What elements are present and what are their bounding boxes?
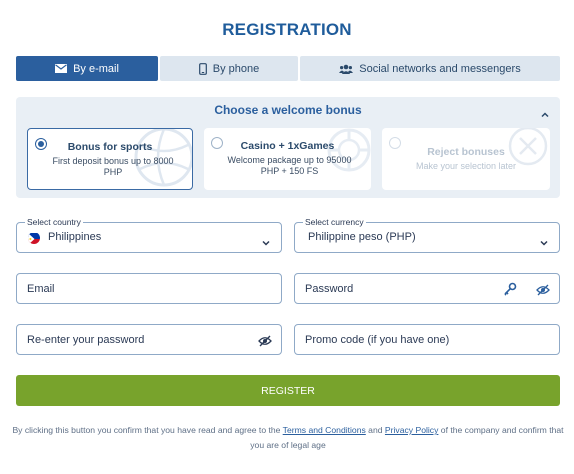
bonus-option-reject[interactable]: Reject bonuses Make your selection later bbox=[382, 128, 550, 190]
bonus-option-casino[interactable]: Casino + 1xGames Welcome package up to 9… bbox=[204, 128, 371, 190]
eye-hidden-icon[interactable] bbox=[536, 283, 550, 296]
registration-tabs: By e-mail By phone Social networks and m… bbox=[16, 56, 560, 81]
country-select[interactable]: Select country Philippines bbox=[16, 216, 282, 253]
legal-text: By clicking this button you confirm that… bbox=[12, 425, 283, 435]
tab-social-networks[interactable]: Social networks and messengers bbox=[300, 56, 560, 81]
bonus-option-description: First deposit bonus up to 8000 PHP bbox=[52, 156, 174, 177]
email-field[interactable] bbox=[17, 274, 281, 303]
bonus-option-title: Bonus for sports bbox=[67, 141, 153, 153]
legal-notice: By clicking this button you confirm that… bbox=[12, 423, 564, 453]
welcome-bonus-panel: Choose a welcome bonus Bonus for sports … bbox=[16, 97, 560, 198]
bonus-option-description: Welcome package up to 95000 PHP + 150 FS bbox=[227, 155, 352, 176]
chevron-up-icon[interactable] bbox=[540, 106, 550, 118]
promo-code-field[interactable] bbox=[295, 325, 559, 354]
eye-hidden-icon[interactable] bbox=[258, 334, 272, 347]
terms-link[interactable]: Terms and Conditions bbox=[283, 425, 366, 435]
country-label: Select country bbox=[25, 216, 83, 228]
privacy-policy-link[interactable]: Privacy Policy bbox=[385, 425, 438, 435]
tab-label: Social networks and messengers bbox=[359, 62, 521, 75]
chevron-down-icon bbox=[261, 234, 271, 246]
tab-by-phone[interactable]: By phone bbox=[160, 56, 298, 81]
users-icon bbox=[339, 64, 354, 74]
bonus-option-sports[interactable]: Bonus for sports First deposit bonus up … bbox=[27, 128, 193, 190]
bonus-option-title: Reject bonuses bbox=[427, 146, 505, 158]
tab-label: By phone bbox=[212, 62, 260, 75]
legal-text: and bbox=[365, 425, 385, 435]
bonus-option-description: Make your selection later bbox=[415, 161, 517, 171]
page-title: REGISTRATION bbox=[222, 20, 352, 39]
password-field[interactable] bbox=[295, 274, 559, 303]
envelope-icon bbox=[55, 64, 68, 73]
reenter-password-wrapper bbox=[16, 324, 282, 355]
tab-by-email[interactable]: By e-mail bbox=[16, 56, 158, 81]
tab-label: By e-mail bbox=[73, 62, 119, 75]
philippines-flag-icon bbox=[28, 232, 40, 244]
currency-value: Philippine peso (PHP) bbox=[308, 231, 416, 243]
key-icon[interactable] bbox=[503, 282, 517, 296]
email-field-wrapper bbox=[16, 273, 282, 304]
currency-label: Select currency bbox=[303, 216, 366, 228]
reenter-password-field[interactable] bbox=[17, 325, 281, 354]
welcome-bonus-heading: Choose a welcome bonus bbox=[214, 103, 362, 117]
promo-code-wrapper bbox=[294, 324, 560, 355]
bonus-option-title: Casino + 1xGames bbox=[240, 140, 335, 152]
currency-select[interactable]: Select currency Philippine peso (PHP) bbox=[294, 216, 560, 253]
phone-icon bbox=[198, 62, 207, 75]
country-value: Philippines bbox=[48, 231, 102, 243]
register-button[interactable]: REGISTER bbox=[16, 375, 560, 406]
password-field-wrapper bbox=[294, 273, 560, 304]
chevron-down-icon bbox=[539, 234, 549, 246]
